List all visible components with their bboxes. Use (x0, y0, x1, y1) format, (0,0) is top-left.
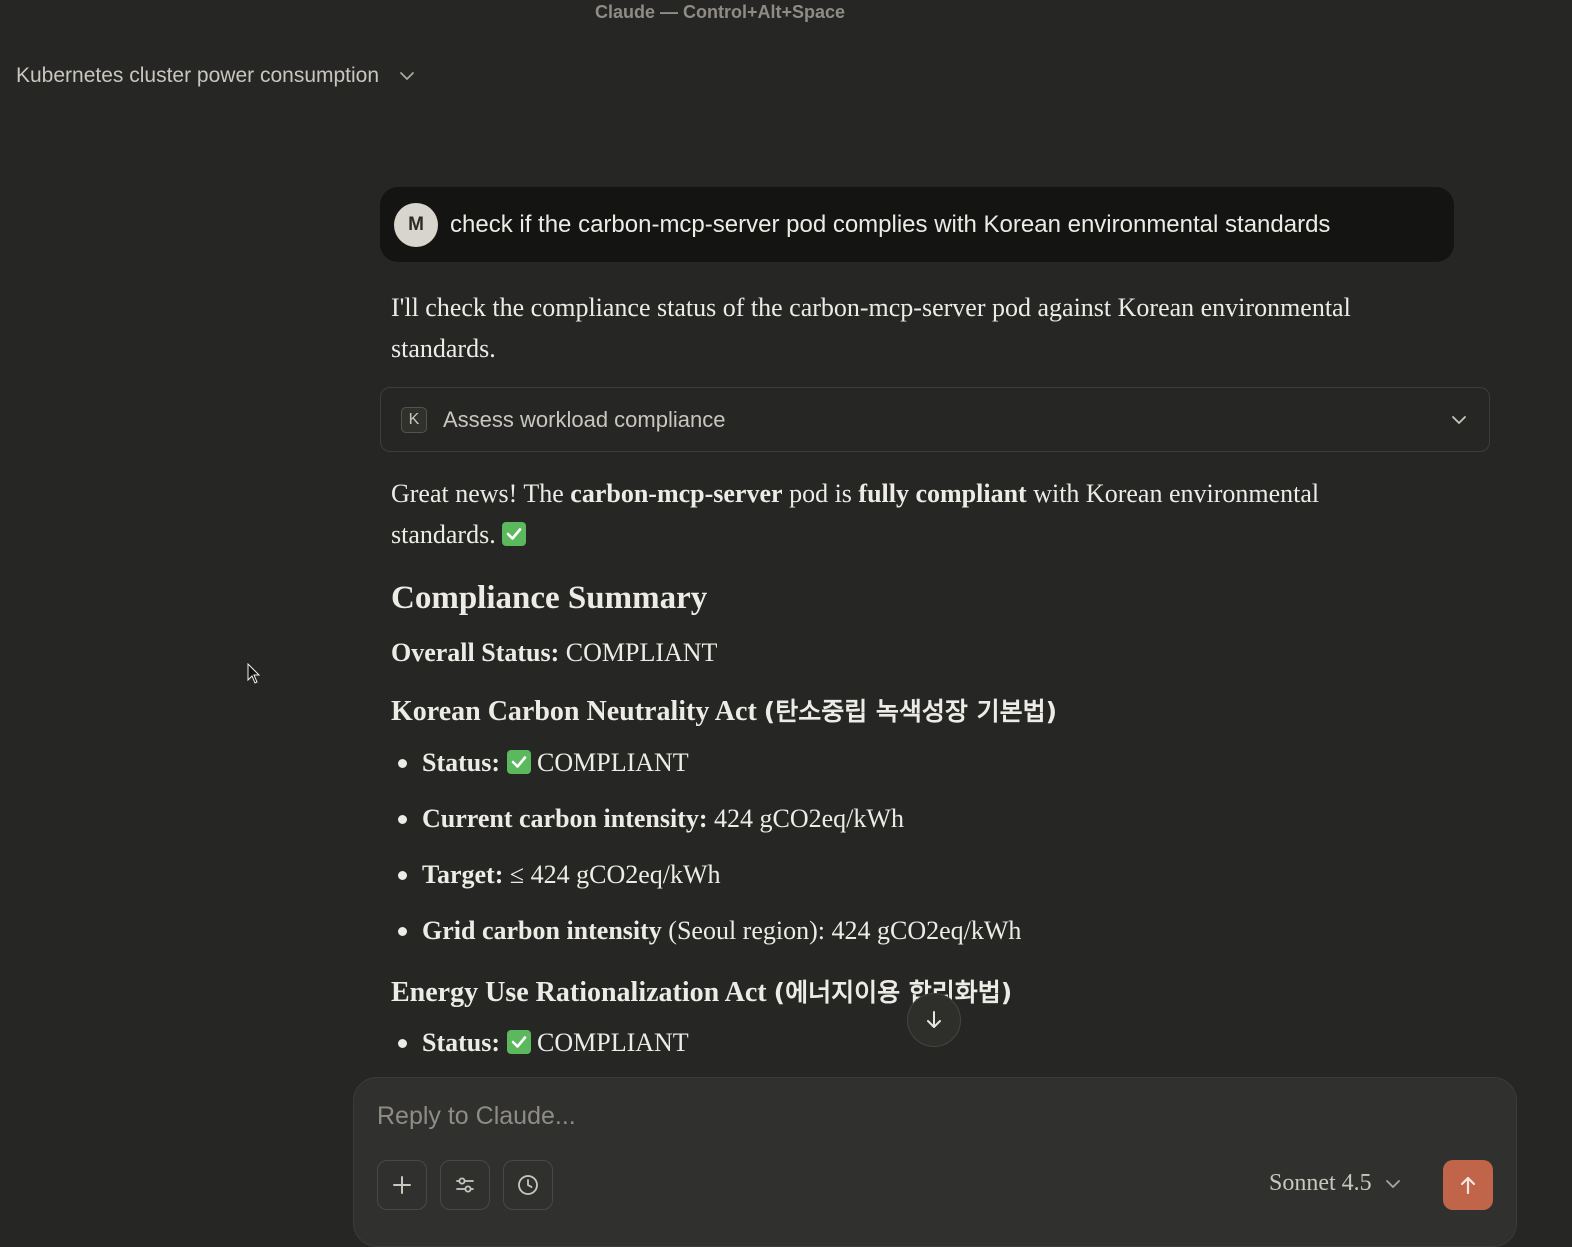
scroll-to-bottom-button[interactable] (907, 993, 961, 1047)
chevron-down-icon (400, 72, 414, 80)
window-title: Claude — Control+Alt+Space (594, 2, 846, 22)
check-icon (506, 750, 531, 774)
conversation-title-menu[interactable]: Kubernetes cluster power consumption (16, 64, 417, 88)
cursor-icon (247, 663, 261, 684)
tools-button[interactable] (440, 1160, 490, 1210)
summary-heading: Compliance Summary (391, 580, 708, 616)
sliders-icon (456, 1177, 474, 1193)
check-icon (502, 522, 527, 546)
pod-name: carbon-mcp-server (570, 479, 783, 508)
composer[interactable]: Reply to Claude... Sonnet 4.5 (353, 1077, 1517, 1247)
model-name: Sonnet 4.5 (1269, 1170, 1372, 1196)
arrow-up-icon (1460, 1176, 1476, 1195)
check-icon (506, 1030, 531, 1054)
tool-icon: K (401, 406, 427, 433)
list-item: Status: COMPLIANT (391, 743, 1411, 799)
section-list: Status: COMPLIANT (391, 1023, 1411, 1079)
compliance-phrase: fully compliant (858, 479, 1027, 508)
section-heading: Energy Use Rationalization Act (에너지이용 합리… (391, 977, 1013, 1008)
chevron-down-icon[interactable] (1449, 410, 1469, 430)
list-item: Target: ≤ 424 gCO2eq/kWh (391, 855, 1411, 911)
list-item: Status: COMPLIANT (391, 1023, 1411, 1079)
list-item: Grid carbon intensity (Seoul region): 42… (391, 911, 1411, 967)
overall-status: Overall Status: COMPLIANT (391, 638, 718, 667)
chevron-down-icon (1385, 1179, 1400, 1188)
assistant-intro: I'll check the compliance status of the … (391, 293, 1351, 363)
plus-icon (393, 1176, 411, 1194)
tool-call-card[interactable]: K Assess workload compliance (380, 387, 1490, 452)
list-item: Current carbon intensity: 424 gCO2eq/kWh (391, 799, 1411, 855)
tool-call-label: Assess workload compliance (443, 406, 726, 432)
section-heading: Korean Carbon Neutrality Act (탄소중립 녹색성장 … (391, 696, 1058, 727)
user-message: M check if the carbon-mcp-server pod com… (380, 187, 1454, 262)
history-button[interactable] (503, 1160, 553, 1210)
conversation-title: Kubernetes cluster power consumption (16, 64, 380, 87)
avatar: M (394, 202, 438, 247)
model-selector[interactable]: Sonnet 4.5 (1269, 1170, 1402, 1197)
arrow-down-icon (927, 1011, 941, 1028)
section-list: Status: COMPLIANT Current carbon intensi… (391, 743, 1411, 967)
clock-icon (518, 1175, 538, 1195)
assistant-result: Great news! The carbon-mcp-server pod is… (391, 479, 1320, 549)
reply-input[interactable]: Reply to Claude... (377, 1102, 576, 1131)
send-button[interactable] (1443, 1160, 1493, 1210)
add-button[interactable] (377, 1160, 427, 1210)
user-message-text: check if the carbon-mcp-server pod compl… (450, 210, 1331, 238)
